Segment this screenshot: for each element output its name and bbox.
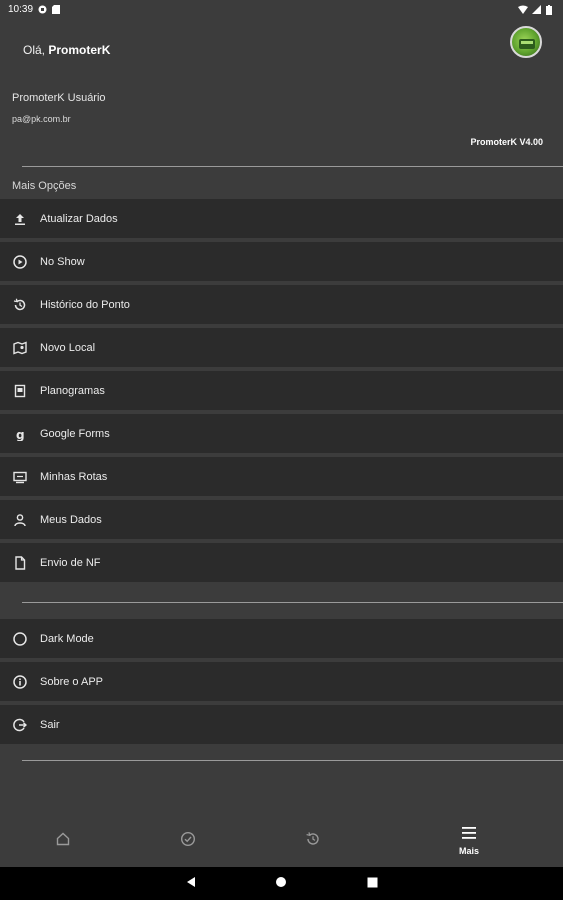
nav-mais[interactable]: Mais [424,815,514,867]
notification-icon [38,5,47,14]
sd-card-icon [52,4,61,14]
menu-item-label: Atualizar Dados [40,212,118,225]
drawer-header: Olá, PromoterK PromoterK Usuário pa@pk.c… [0,18,563,168]
status-time: 10:39 [8,3,34,15]
nav-history[interactable] [268,815,358,867]
menu-item-sobre-o-app[interactable]: Sobre o APP [0,662,563,701]
check-circle-icon [180,831,196,852]
recents-square-icon [367,875,378,893]
play-circle-icon [12,254,28,270]
menu-item-novo-local[interactable]: Novo Local [0,328,563,367]
user-name: PromoterK Usuário [12,92,106,104]
menu-item-label: Minhas Rotas [40,470,108,483]
history-icon [305,831,321,852]
app-version: PromoterK V4.00 [470,137,543,147]
menu-item-atualizar-dados[interactable]: Atualizar Dados [0,199,563,238]
menu-item-label: No Show [40,255,85,268]
history-icon [12,297,28,313]
recents-button[interactable] [364,876,380,892]
nav-home[interactable] [18,815,108,867]
menu-item-label: Novo Local [40,341,96,354]
menu-item-label: Sair [40,718,60,731]
upload-icon [12,211,28,227]
system-navigation-bar [0,867,563,900]
routes-icon [12,469,28,485]
menu-item-meus-dados[interactable]: Meus Dados [0,500,563,539]
home-button[interactable] [273,876,289,892]
menu-item-envio-de-nf[interactable]: Envio de NF [0,543,563,582]
divider [22,602,563,603]
nav-checkin[interactable] [143,815,233,867]
back-button[interactable] [183,876,199,892]
menu-item-google-forms[interactable]: g Google Forms [0,414,563,453]
signal-icon [532,4,541,14]
home-icon [55,831,71,852]
menu-item-historico-do-ponto[interactable]: Histórico do Ponto [0,285,563,324]
menu-item-label: Sobre o APP [40,675,103,688]
greeting-name: PromoterK [48,43,111,57]
menu-item-label: Dark Mode [40,632,94,645]
menu-item-planogramas[interactable]: Planogramas [0,371,563,410]
nav-label: Mais [458,846,479,856]
person-icon [12,512,28,528]
menu-item-label: Envio de NF [40,556,101,569]
status-bar: 10:39 [0,0,563,18]
bottom-navigation: Mais [0,815,563,867]
menu-icon [462,826,476,844]
avatar[interactable] [510,26,542,58]
home-circle-icon [275,875,287,893]
menu-item-label: Google Forms [40,427,110,440]
menu-item-dark-mode[interactable]: Dark Mode [0,619,563,658]
battery-icon [546,4,555,15]
menu-item-label: Histórico do Ponto [40,298,130,311]
greeting: Olá, PromoterK [23,43,110,57]
google-icon: g [12,426,28,442]
info-icon [12,674,28,690]
divider [22,760,563,761]
svg-text:g: g [16,428,25,441]
bus-icon [519,39,535,49]
menu-item-minhas-rotas[interactable]: Minhas Rotas [0,457,563,496]
back-triangle-icon [185,875,197,893]
menu-item-label: Meus Dados [40,513,102,526]
menu-item-label: Planogramas [40,384,105,397]
document-icon [12,555,28,571]
logout-icon [12,717,28,733]
user-email: pa@pk.com.br [12,114,71,124]
menu-item-no-show[interactable]: No Show [0,242,563,281]
map-icon [12,340,28,356]
circle-icon [12,631,28,647]
divider [22,166,563,167]
planogram-icon [12,383,28,399]
wifi-icon [518,5,528,14]
section-label: Mais Opções [12,180,77,192]
greeting-prefix: Olá, [23,43,49,57]
menu-item-sair[interactable]: Sair [0,705,563,744]
